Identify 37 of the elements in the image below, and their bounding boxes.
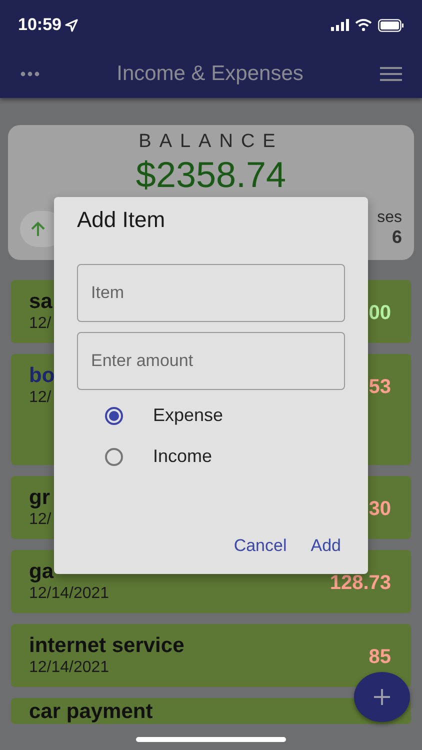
radio-option[interactable]: Expense (105, 405, 345, 426)
balance-amount: $2358.74 (136, 155, 286, 195)
entry-name: internet service (29, 634, 184, 658)
app-title: Income & Expenses (116, 62, 304, 86)
entry-name: sa (29, 290, 52, 314)
input-field[interactable]: Item (77, 264, 345, 322)
entry-date: 12/14/2021 (29, 585, 110, 603)
entry-amount: 85 (368, 646, 391, 669)
entry-name: car payment (29, 700, 153, 724)
entry-date: 12/ (29, 389, 52, 407)
up-arrow-icon (30, 220, 46, 236)
input-field[interactable]: Enter amount (77, 332, 345, 390)
location-arrow-icon (65, 18, 78, 32)
wifi-icon (355, 19, 372, 31)
radio-option[interactable]: Income (105, 446, 345, 467)
battery-icon (378, 18, 404, 32)
plus-icon (373, 688, 391, 706)
signal-icon (331, 19, 349, 31)
entry-date: 12/ (29, 511, 52, 529)
menu-icon[interactable] (380, 67, 402, 81)
entry-amount: 128.73 (330, 572, 391, 595)
dialog-title: Add Item (77, 207, 166, 233)
entry-amount: 00 (368, 302, 391, 325)
entry-date: 12/ (29, 315, 52, 333)
entry-name: bo (29, 364, 55, 388)
entry-card[interactable]: car payment (11, 698, 411, 724)
entry-name: ga (29, 560, 55, 584)
expenses-value: 6 (392, 227, 402, 248)
entry-amount: 53 (368, 376, 391, 399)
status-time: 10:59 (18, 15, 78, 35)
entry-amount: 30 (368, 498, 391, 521)
balance-label: BALANCE (138, 131, 284, 153)
entry-date: 12/14/2021 (29, 659, 110, 677)
entry-name: gr (29, 486, 51, 510)
more-icon[interactable] (20, 71, 40, 77)
expenses-label: ses (377, 209, 402, 227)
entry-card[interactable]: internet service 12/14/2021 85 (11, 624, 411, 687)
